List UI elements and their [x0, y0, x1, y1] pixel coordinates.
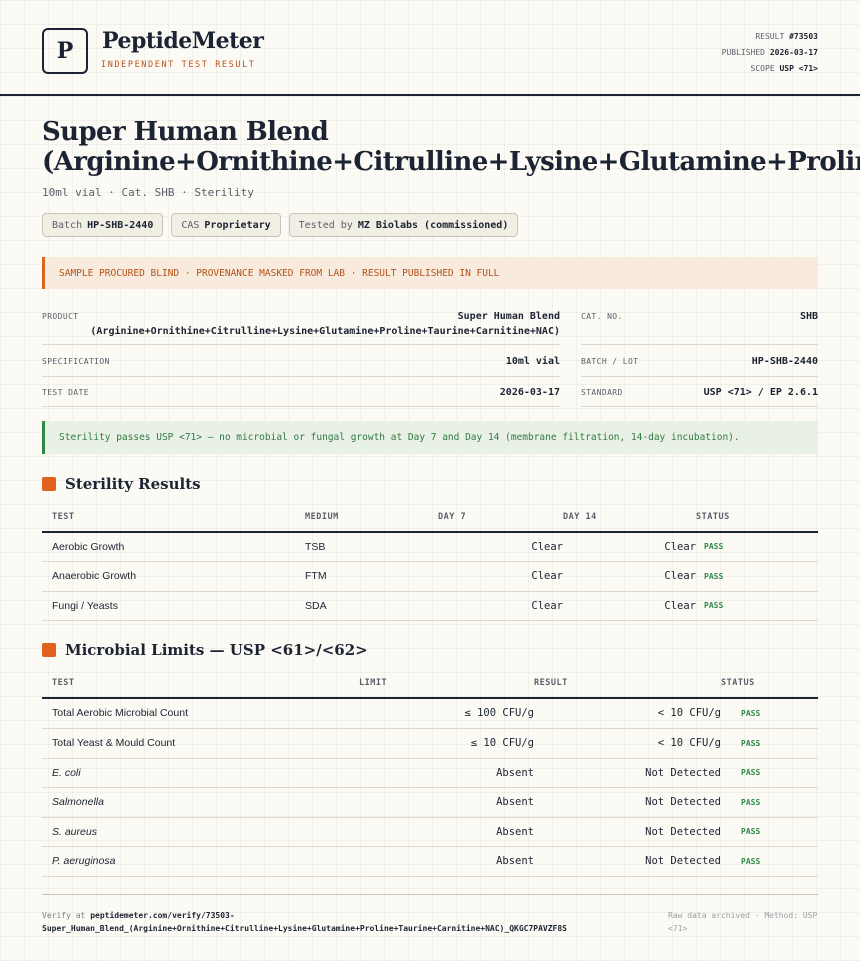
brand-tagline: INDEPENDENT TEST RESULT — [101, 60, 256, 70]
sterility-table: TEST MEDIUM DAY 7 DAY 14 STATUS Aerobic … — [42, 503, 818, 621]
status-badge: PASS — [721, 787, 818, 818]
info-label: BATCH / LOT — [581, 357, 639, 366]
info-value: SHB — [799, 311, 818, 322]
info-value: (Arginine+Ornithine+Citrulline+Lysine+Gl… — [90, 326, 560, 337]
tested-by-chip: Tested by MZ Biolabs (commissioned) — [288, 213, 519, 237]
table-header-row: TEST MEDIUM DAY 7 DAY 14 STATUS — [42, 503, 818, 533]
result-label: RESULT — [755, 32, 785, 41]
table-header-row: TEST LIMIT RESULT STATUS — [42, 669, 818, 699]
cas-chip: CAS Proprietary — [171, 213, 281, 237]
table-row: Total Aerobic Microbial Count ≤ 100 CFU/… — [42, 698, 818, 729]
info-value: Super Human Blend — [457, 311, 560, 322]
report-header: P PeptideMeter INDEPENDENT TEST RESULT R… — [0, 0, 860, 96]
table-row: Anaerobic Growth FTM Clear Clear PASS — [42, 561, 818, 592]
status-badge: PASS — [696, 532, 818, 562]
table-row: Aerobic Growth TSB Clear Clear PASS — [42, 532, 818, 562]
verify-link[interactable]: peptidemeter.com/verify/73503-Super_Huma… — [42, 911, 567, 933]
sterility-section-title: Sterility Results — [42, 475, 201, 493]
blind-procurement-notice: SAMPLE PROCURED BLIND · PROVENANCE MASKE… — [42, 257, 818, 289]
page-subtitle: 10ml vial · Cat. SHB · Sterility — [42, 186, 254, 199]
info-value: USP <71> / EP 2.6.1 — [703, 387, 818, 398]
table-row: Total Yeast & Mould Count ≤ 10 CFU/g < 1… — [42, 728, 818, 759]
status-badge: PASS — [721, 698, 818, 729]
batch-chip: Batch HP-SHB-2440 — [42, 213, 164, 237]
microbial-section-title: Microbial Limits — USP <61>/<62> — [42, 641, 368, 659]
info-value: HP-SHB-2440 — [751, 356, 818, 367]
sterility-pass-banner: Sterility passes USP <71> — no microbial… — [42, 421, 818, 454]
info-test-date: TEST DATE 2026-03-17 — [42, 377, 560, 407]
section-marker-icon — [42, 477, 56, 491]
info-label: TEST DATE — [42, 388, 89, 397]
published-date: 2026-03-17 — [769, 48, 818, 57]
column-header: DAY 14 — [563, 503, 696, 533]
info-label: SPECIFICATION — [42, 357, 110, 366]
column-header: STATUS — [696, 503, 818, 533]
column-header: TEST — [42, 669, 359, 699]
chip-row: Batch HP-SHB-2440 CAS Proprietary Tested b… — [42, 213, 519, 237]
info-product: PRODUCT Super Human Blend (Arginine+Orni… — [42, 306, 560, 345]
table-row: Fungi / Yeasts SDA Clear Clear PASS — [42, 591, 818, 621]
table-row: P. aeruginosa Absent Not Detected PASS — [42, 846, 818, 877]
page-title: Super Human Blend (Arginine+Ornithine+Ci… — [42, 117, 860, 177]
archive-note: Raw data archived · Method: USP <71> — [668, 911, 818, 933]
result-number: #73503 — [789, 32, 818, 41]
info-value: 10ml vial — [505, 356, 560, 367]
brand-name[interactable]: PeptideMeter — [102, 28, 264, 54]
info-batch-lot: BATCH / LOT HP-SHB-2440 — [581, 345, 818, 377]
status-badge: PASS — [721, 728, 818, 759]
footer-divider — [42, 894, 818, 895]
info-label: PRODUCT — [42, 312, 79, 321]
page-title-line1: Super Human Blend — [42, 117, 329, 147]
info-cat-no: CAT. NO. SHB — [581, 306, 818, 345]
info-label: CAT. NO. — [581, 312, 623, 321]
column-header: TEST — [42, 503, 305, 533]
section-marker-icon — [42, 643, 56, 657]
info-label: STANDARD — [581, 388, 623, 397]
table-row: S. aureus Absent Not Detected PASS — [42, 817, 818, 847]
column-header: LIMIT — [359, 669, 534, 699]
status-badge: PASS — [696, 591, 818, 621]
page-title-line2: (Arginine+Ornithine+Citrulline+Lysine+Gl… — [42, 147, 860, 177]
published-label: PUBLISHED — [721, 48, 765, 57]
column-header: RESULT — [534, 669, 721, 699]
status-badge: PASS — [721, 758, 818, 788]
table-row: Salmonella Absent Not Detected PASS — [42, 787, 818, 818]
info-value: 2026-03-17 — [499, 387, 560, 398]
logo-mark: P — [42, 28, 88, 74]
status-badge: PASS — [721, 846, 818, 877]
column-header: MEDIUM — [305, 503, 438, 533]
table-row: E. coli Absent Not Detected PASS — [42, 758, 818, 788]
column-header: DAY 7 — [438, 503, 563, 533]
column-header: STATUS — [721, 669, 818, 699]
scope-label: SCOPE — [750, 64, 775, 73]
status-badge: PASS — [721, 817, 818, 847]
scope-value: USP <71> — [779, 64, 818, 73]
verify-text: Verify at peptidemeter.com/verify/73503-… — [42, 911, 567, 933]
status-badge: PASS — [696, 561, 818, 592]
info-specification: SPECIFICATION 10ml vial — [42, 345, 560, 377]
microbial-limits-table: TEST LIMIT RESULT STATUS Total Aerobic M… — [42, 669, 818, 877]
result-meta: RESULT #73503 PUBLISHED 2026-03-17 SCOPE… — [722, 29, 818, 77]
info-standard: STANDARD USP <71> / EP 2.6.1 — [581, 377, 818, 407]
